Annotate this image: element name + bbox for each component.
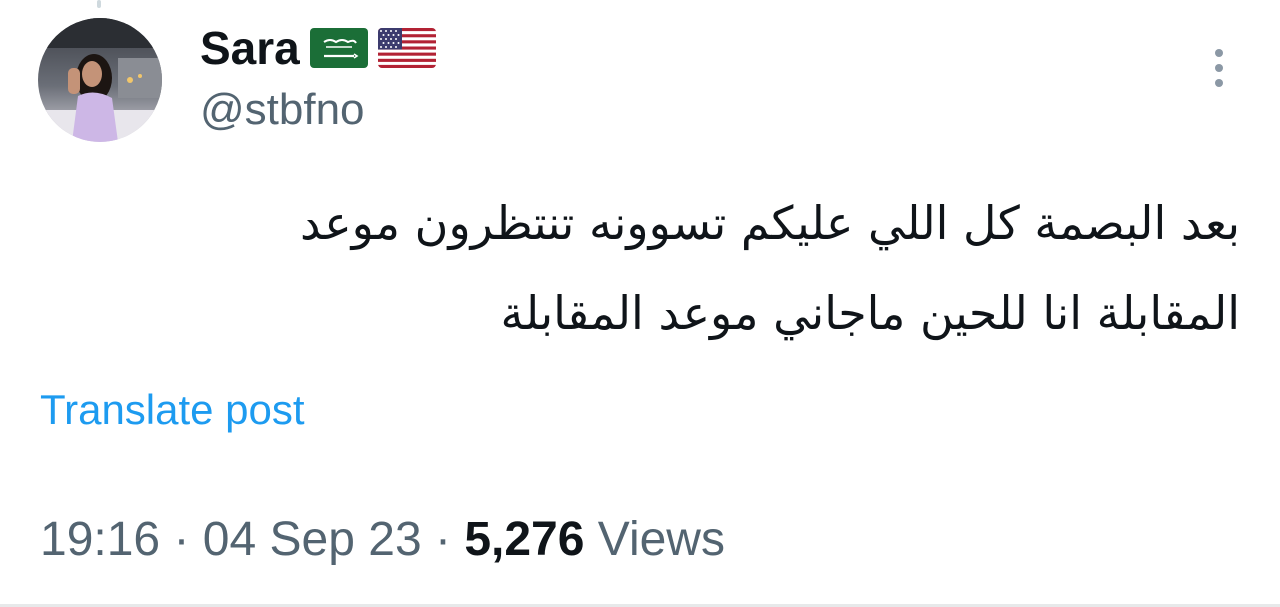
views-label: Views — [597, 513, 725, 566]
author-info: Sara @stbfno — [200, 20, 436, 136]
more-options-button[interactable] — [1200, 44, 1238, 92]
more-options-icon-dot — [1215, 79, 1223, 87]
more-options-icon — [1215, 49, 1223, 57]
meta-separator: · — [435, 513, 451, 566]
meta-separator: · — [173, 513, 190, 566]
tweet-body-text: بعد البصمة كل اللي عليكم تسوونه تنتظرون … — [40, 178, 1240, 358]
tweet-card: Sara @stbfno بعد البصمة كل اللي عليكم تس… — [0, 0, 1280, 607]
tweet-text-line: بعد البصمة كل اللي عليكم تسوونه تنتظرون … — [300, 196, 1240, 250]
tweet-text-line: المقابلة انا للحين ماجاني موعد المقابلة — [500, 286, 1240, 340]
more-options-icon-dot — [1215, 64, 1223, 72]
tweet-date[interactable]: 04 Sep 23 — [203, 513, 422, 566]
tweet-metadata: 19:16 · 04 Sep 23 · 5,276 Views — [40, 508, 725, 572]
translate-post-link[interactable]: Translate post — [40, 384, 305, 436]
saudi-arabia-flag-icon — [309, 28, 368, 68]
tweet-time[interactable]: 19:16 — [40, 513, 160, 566]
display-name[interactable]: Sara — [200, 20, 300, 76]
usa-flag-icon — [377, 28, 436, 68]
display-name-row: Sara — [200, 20, 436, 76]
user-handle[interactable]: @stbfno — [200, 84, 436, 136]
views-count: 5,276 — [464, 513, 585, 566]
avatar[interactable] — [38, 18, 162, 142]
thread-connector-line — [97, 0, 101, 8]
